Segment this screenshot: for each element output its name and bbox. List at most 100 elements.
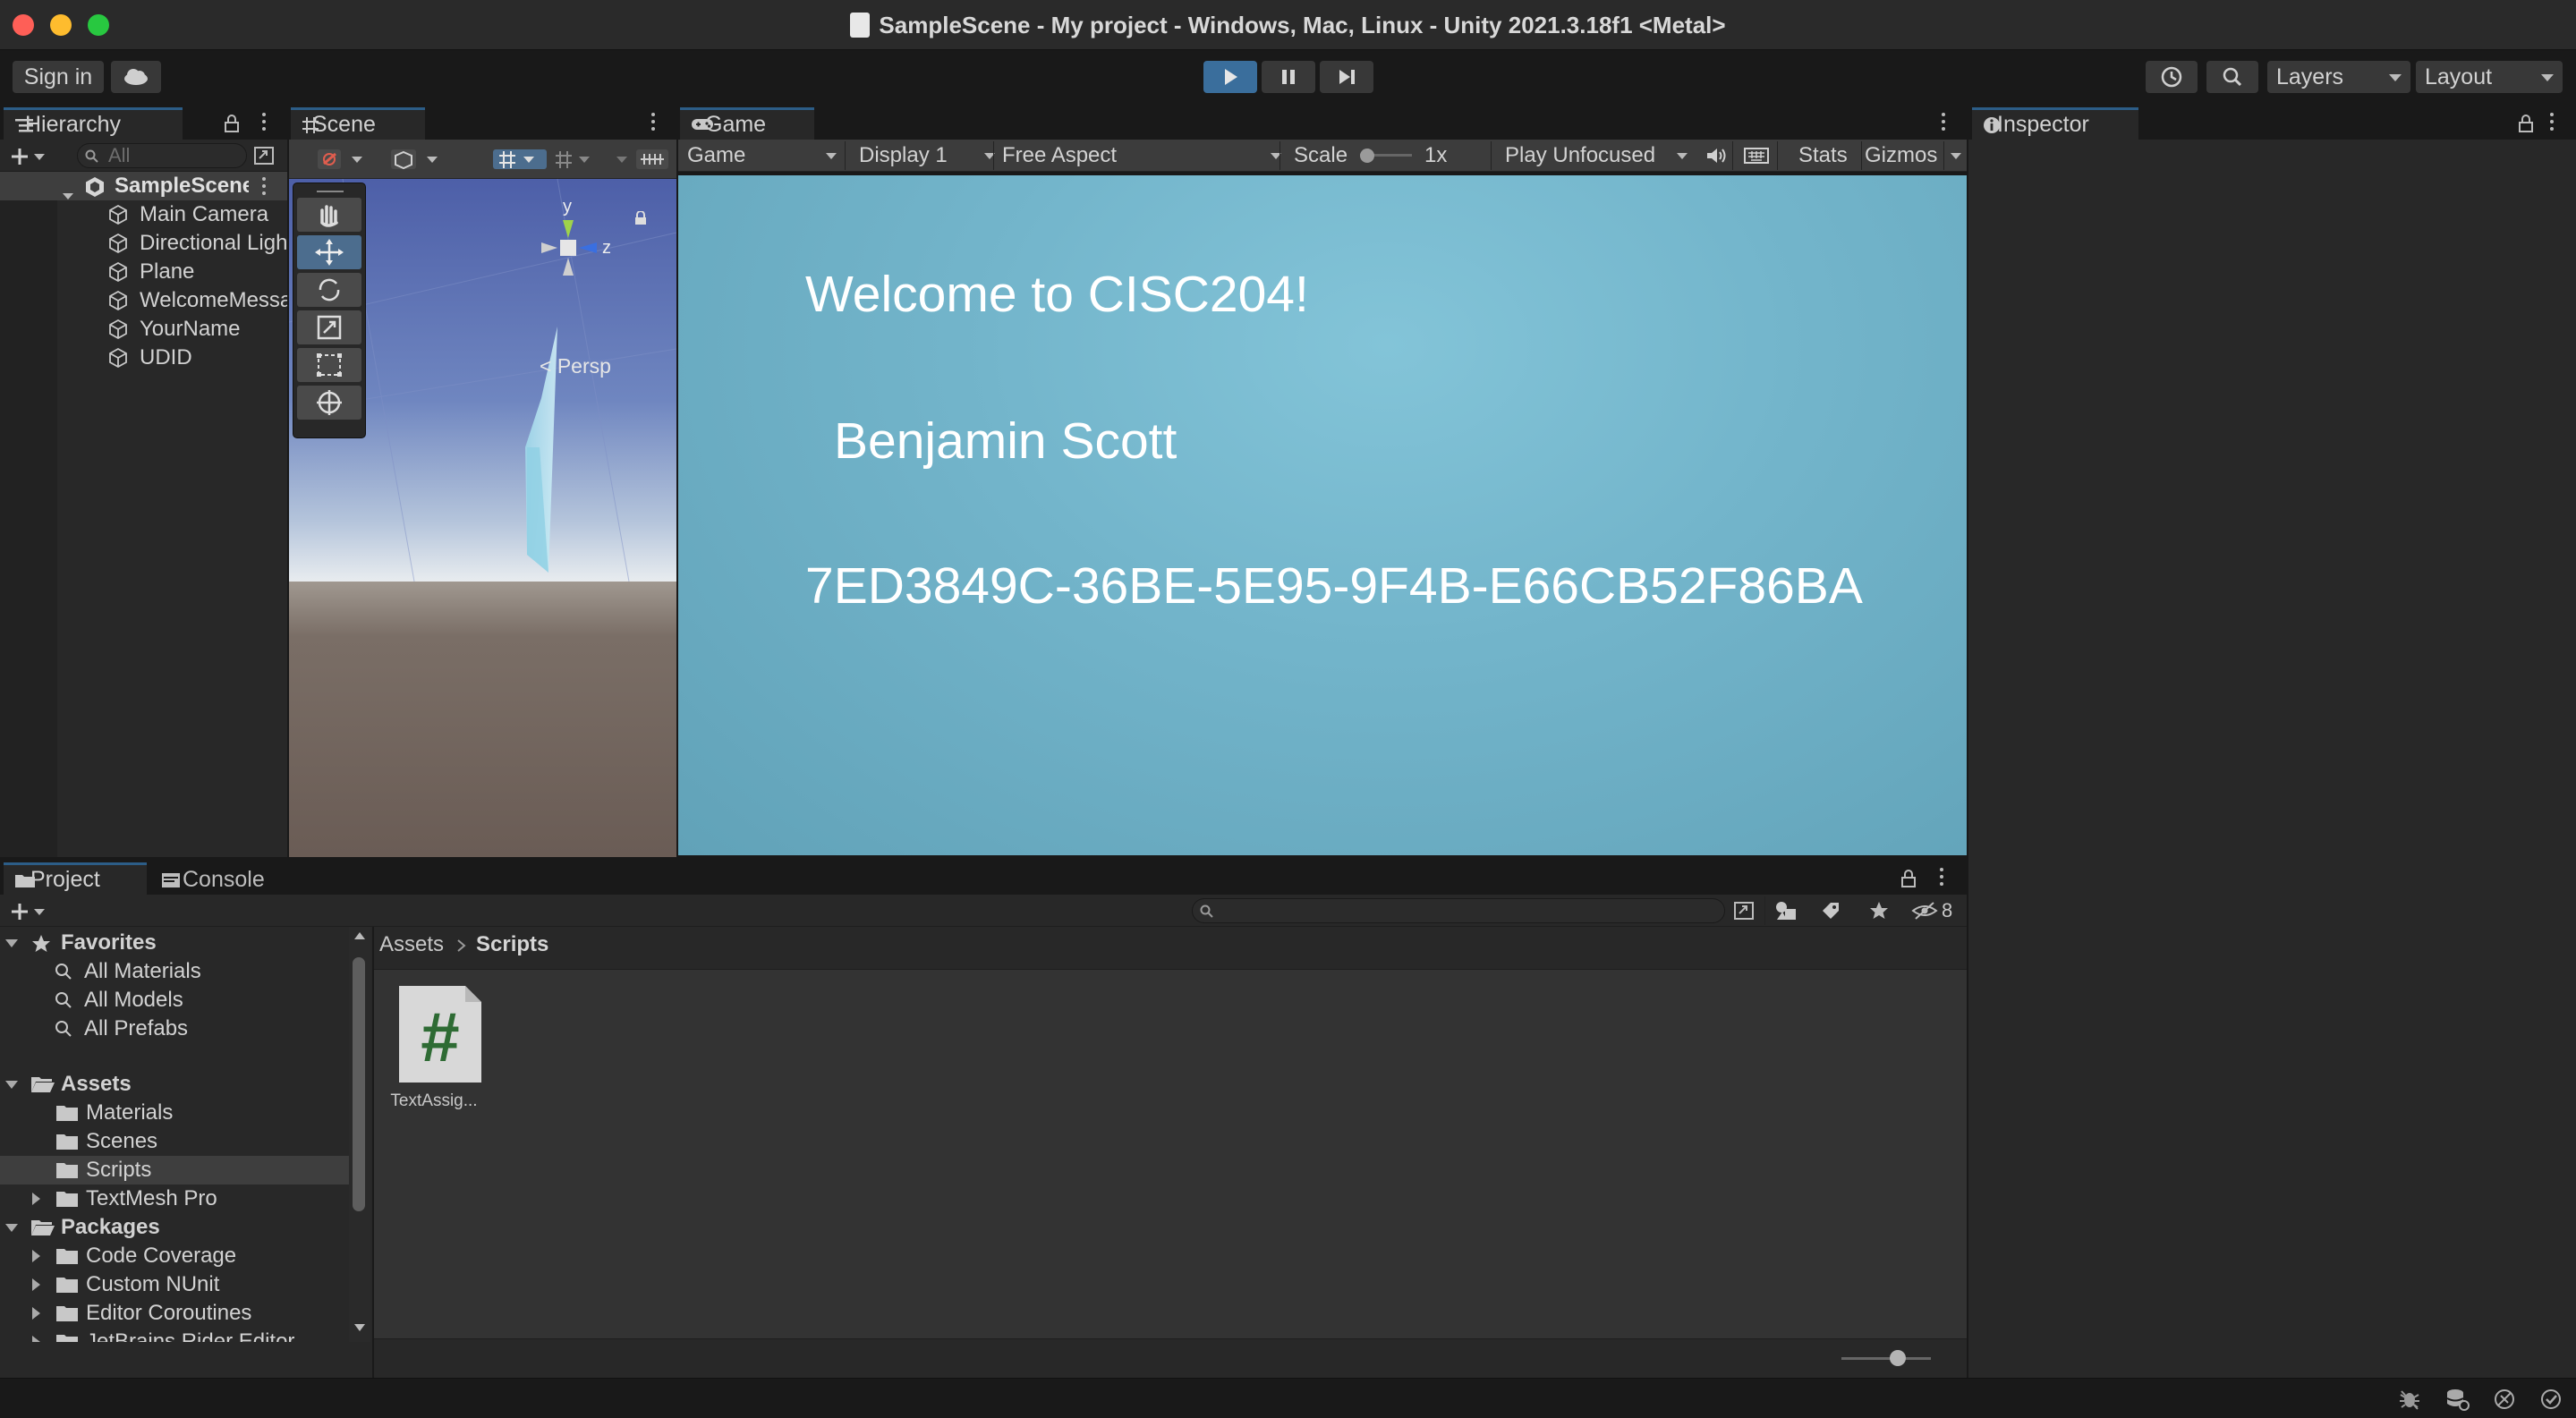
hierarchy-item[interactable]: Plane [57,258,287,286]
hierarchy-search-input[interactable]: All [77,143,247,168]
orientation-tool-icon[interactable] [316,147,370,172]
pause-button[interactable] [1262,61,1315,93]
chevron-right-icon[interactable] [32,1336,40,1342]
add-icon[interactable] [11,147,47,166]
hierarchy-item[interactable]: YourName [57,315,287,344]
favorite-item[interactable]: All Models [0,986,349,1015]
lock-icon[interactable] [2518,115,2534,132]
scene-viewport[interactable]: y z < Persp [289,179,676,857]
hierarchy-item[interactable]: UDID [57,344,287,372]
tree-scrollbar[interactable] [349,927,370,1342]
project-search-input[interactable] [1192,898,1725,923]
progress-check-icon[interactable] [2539,1388,2563,1411]
favorites-header[interactable]: Favorites [0,929,349,957]
orientation-gizmo[interactable]: y z [522,197,629,306]
palette-drag-handle[interactable] [317,191,344,192]
rect-tool-button[interactable] [297,348,361,382]
search-by-scene-icon[interactable] [1732,900,1756,921]
rotate-tool-button[interactable] [297,273,361,307]
icon-size-slider-thumb[interactable] [1890,1350,1906,1366]
assets-folder-item[interactable]: Scripts [0,1156,349,1184]
more-menu-icon[interactable] [2550,113,2554,134]
chevron-right-icon[interactable] [32,1250,40,1262]
tab-game[interactable]: Game [680,107,814,140]
assets-folder-item[interactable]: Scenes [0,1127,349,1156]
scale-tool-button[interactable] [297,310,361,344]
display-dropdown[interactable]: Display 1 [859,140,999,172]
debug-bug-icon[interactable] [2398,1388,2421,1411]
layers-dropdown[interactable]: Layers [2267,61,2410,93]
hidden-packages-icon[interactable] [1911,900,1938,921]
shading-mode-icon[interactable] [389,147,446,172]
undo-history-button[interactable] [2146,61,2198,93]
tab-hierarchy[interactable]: Hierarchy [4,107,183,140]
hierarchy-item[interactable]: Main Camera [57,200,287,229]
search-by-label-icon[interactable] [1820,900,1841,921]
scene-more-icon[interactable] [262,177,266,199]
chevron-right-icon[interactable] [32,1307,40,1320]
keyboard-icon[interactable] [1743,146,1770,166]
game-mode-dropdown[interactable]: Game [687,140,839,172]
tab-project[interactable]: Project [4,862,147,895]
assets-folder-item[interactable]: Materials [0,1099,349,1127]
tab-scene[interactable]: Scene [291,107,425,140]
scroll-up-icon[interactable] [354,932,365,939]
scale-slider-thumb[interactable] [1360,149,1374,163]
play-button[interactable] [1203,61,1257,93]
hierarchy-scene-row[interactable]: SampleScene [0,172,287,200]
assets-header[interactable]: Assets [0,1070,349,1099]
tab-inspector[interactable]: Inspector [1972,107,2138,140]
transform-tool-button[interactable] [297,386,361,420]
projection-toggle[interactable]: < Persp [540,354,611,378]
scene-visibility-icon[interactable] [252,145,276,166]
grid-snap-icon[interactable] [493,147,672,172]
play-mode-dropdown[interactable]: Play Unfocused [1505,140,1693,172]
asset-item[interactable]: # TextAssig... [383,984,481,1118]
favorite-star-icon[interactable] [1868,900,1890,921]
sign-in-button[interactable]: Sign in [13,61,104,93]
layout-dropdown[interactable]: Layout [2416,61,2563,93]
gizmos-dropdown-icon[interactable] [1951,153,1961,159]
breadcrumb-item-assets[interactable]: Assets [379,927,444,963]
aspect-dropdown[interactable]: Free Aspect [1002,140,1287,172]
chevron-right-icon[interactable] [32,1193,40,1205]
cache-server-icon[interactable] [2444,1388,2470,1411]
add-icon[interactable] [11,902,47,921]
lock-icon[interactable] [224,115,240,132]
search-by-type-icon[interactable] [1773,900,1798,921]
favorite-item[interactable]: All Prefabs [0,1015,349,1043]
more-menu-icon[interactable] [1942,113,1945,134]
breadcrumb-item-scripts[interactable]: Scripts [476,927,548,963]
package-item[interactable]: Editor Coroutines [0,1299,349,1328]
search-button[interactable] [2206,61,2258,93]
more-menu-icon[interactable] [262,113,266,134]
move-tool-button[interactable] [297,235,361,269]
scroll-down-icon[interactable] [354,1324,365,1331]
chevron-down-icon[interactable] [5,939,18,947]
hierarchy-item[interactable]: Directional Light [57,229,287,258]
game-viewport[interactable]: Welcome to CISC204! Benjamin Scott 7ED38… [678,175,1967,855]
package-item[interactable]: JetBrains Rider Editor [0,1328,349,1342]
assets-folder-item[interactable]: TextMesh Pro [0,1184,349,1213]
package-item[interactable]: Code Coverage [0,1242,349,1270]
step-button[interactable] [1320,61,1373,93]
favorite-item[interactable]: All Materials [0,957,349,986]
gizmos-button[interactable]: Gizmos [1865,140,1937,172]
chevron-down-icon[interactable] [5,1224,18,1232]
lock-icon[interactable] [634,211,647,225]
tab-console[interactable]: Console [150,862,302,895]
packages-header[interactable]: Packages [0,1213,349,1242]
chevron-down-icon[interactable] [5,1081,18,1089]
cloud-button[interactable] [111,61,161,93]
lock-icon[interactable] [1900,870,1917,887]
more-menu-icon[interactable] [1940,868,1943,889]
scrollbar-thumb[interactable] [353,957,365,1211]
auto-generate-lighting-icon[interactable] [2493,1388,2518,1411]
stats-button[interactable]: Stats [1798,140,1848,172]
speaker-icon[interactable] [1704,145,1729,166]
icon-size-slider-track[interactable] [1841,1357,1931,1360]
package-item[interactable]: Custom NUnit [0,1270,349,1299]
more-menu-icon[interactable] [651,113,655,134]
chevron-right-icon[interactable] [32,1278,40,1291]
hierarchy-item[interactable]: WelcomeMessage [57,286,287,315]
